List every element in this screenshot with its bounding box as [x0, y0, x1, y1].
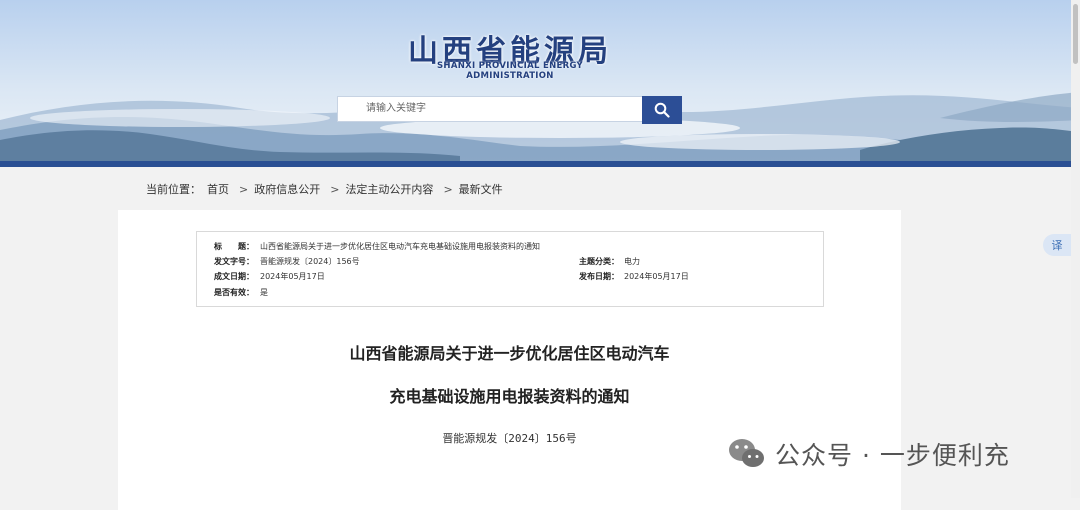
meta-docno-label: 发文字号：	[214, 257, 254, 266]
site-logo-subtitle: SHANXI PROVINCIAL ENERGY ADMINISTRATION	[436, 61, 583, 81]
document-title-line-1: 山西省能源局关于进一步优化居住区电动汽车	[349, 344, 670, 363]
meta-valid-label: 是否有效：	[214, 288, 254, 297]
landscape-background	[0, 0, 1080, 163]
watermark-text: 公众号 · 一步便利充	[775, 441, 1010, 470]
meta-publish-date-value: 2024年05月17日	[624, 272, 689, 281]
breadcrumb-item-home[interactable]: 首页	[207, 183, 229, 196]
meta-docno-value: 晋能源规发〔2024〕156号	[260, 257, 360, 266]
breadcrumb-item-gov-info[interactable]: 政府信息公开	[254, 183, 320, 196]
search-button[interactable]	[642, 96, 682, 124]
document-meta-table: 标 题： 山西省能源局关于进一步优化居住区电动汽车充电基础设施用电报装资料的通知…	[196, 231, 824, 307]
document-title-line-2: 充电基础设施用电报装资料的通知	[389, 387, 630, 406]
meta-title-value: 山西省能源局关于进一步优化居住区电动汽车充电基础设施用电报装资料的通知	[260, 242, 540, 251]
breadcrumb: 当前位置： 首页 > 政府信息公开 > 法定主动公开内容 > 最新文件	[146, 181, 509, 197]
banner-divider	[0, 161, 1080, 167]
breadcrumb-separator: >	[443, 183, 453, 196]
meta-written-date-label: 成文日期：	[214, 272, 254, 281]
breadcrumb-separator: >	[239, 183, 249, 196]
meta-written-date-value: 2024年05月17日	[260, 272, 325, 281]
meta-topic-label: 主题分类：	[579, 257, 619, 266]
scrollbar-track[interactable]	[1071, 0, 1080, 498]
wechat-icon	[729, 439, 764, 467]
translate-side-tab[interactable]: 译	[1043, 234, 1071, 256]
breadcrumb-separator: >	[330, 183, 340, 196]
meta-topic-value: 电力	[624, 257, 640, 266]
scrollbar-thumb[interactable]	[1073, 4, 1078, 64]
search-bar	[337, 96, 682, 124]
search-input[interactable]	[337, 96, 643, 122]
meta-publish-date-label: 发布日期：	[579, 272, 619, 281]
breadcrumb-item-disclosure[interactable]: 法定主动公开内容	[345, 183, 433, 196]
header-banner: 山西省能源局 SHANXI PROVINCIAL ENERGY ADMINIST…	[0, 0, 1080, 163]
breadcrumb-item-latest[interactable]: 最新文件	[459, 183, 503, 196]
search-icon	[654, 102, 670, 118]
meta-valid-value: 是	[260, 288, 268, 297]
meta-title-label: 标 题：	[214, 242, 254, 251]
breadcrumb-prefix: 当前位置：	[146, 183, 201, 196]
wechat-watermark: 公众号 · 一步便利充	[727, 436, 1010, 472]
